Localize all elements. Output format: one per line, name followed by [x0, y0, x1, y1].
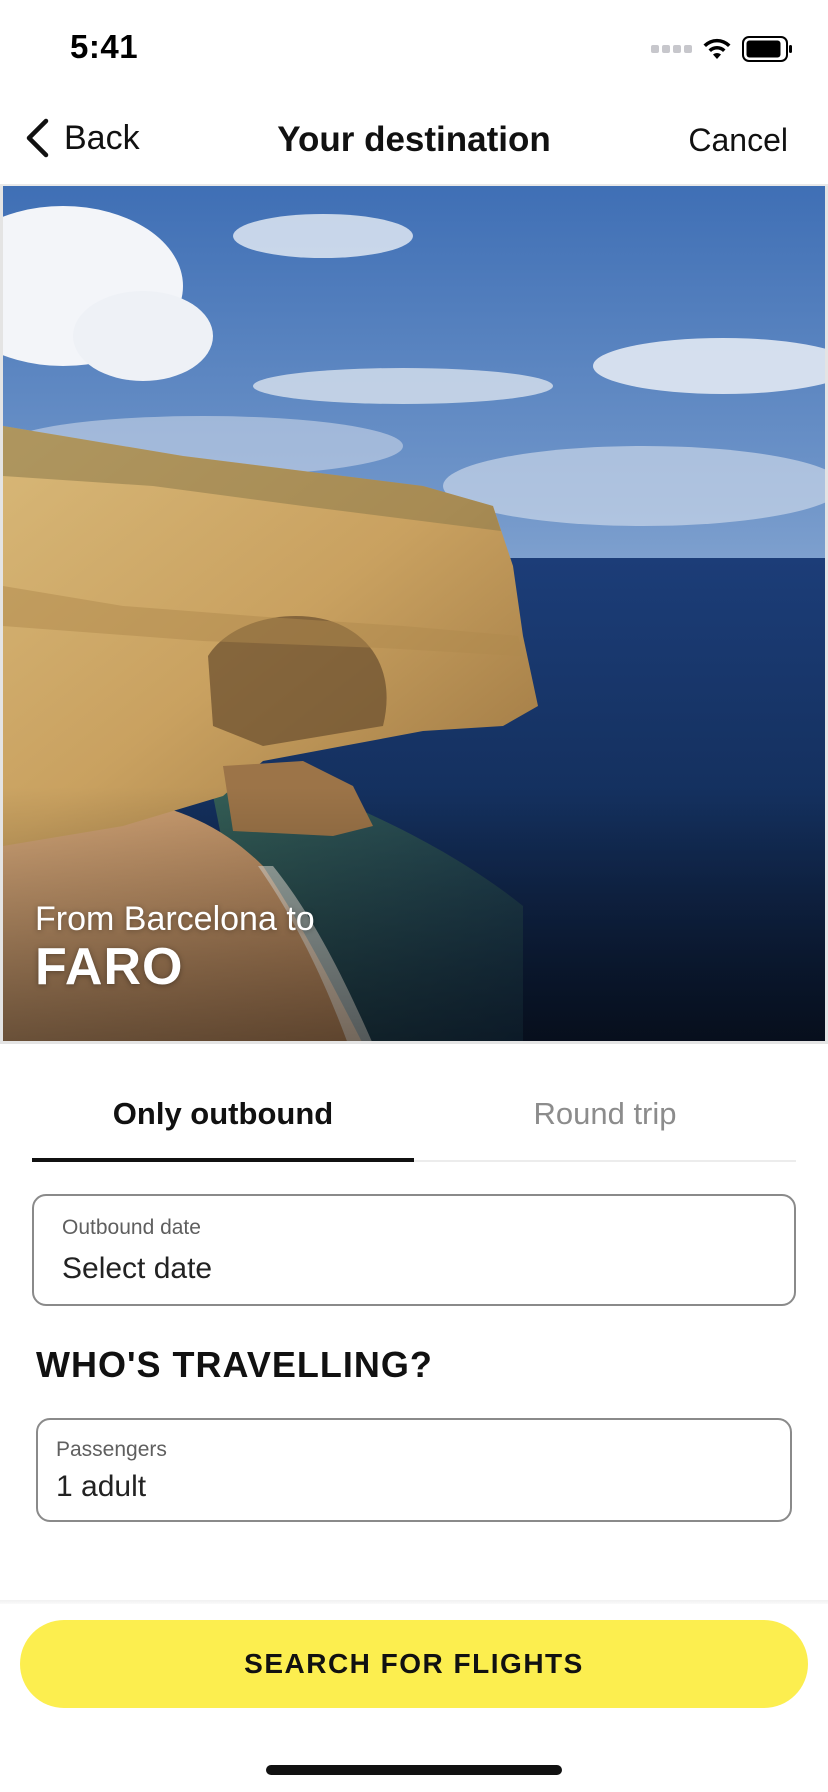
passengers-label: Passengers — [56, 1438, 167, 1461]
bottom-divider — [0, 1600, 828, 1604]
passengers-value: 1 adult — [56, 1470, 147, 1503]
hero-caption: From Barcelona to FARO — [35, 900, 315, 997]
battery-icon — [742, 36, 792, 62]
outbound-date-value: Select date — [62, 1252, 213, 1285]
status-icons — [651, 36, 794, 62]
cancel-button[interactable]: Cancel — [688, 122, 788, 159]
home-indicator — [266, 1765, 562, 1775]
outbound-date-field[interactable]: Outbound date Select date — [32, 1194, 796, 1306]
wifi-icon — [703, 38, 731, 59]
navigation-bar: Back Your destination Cancel — [0, 96, 828, 186]
tab-round-trip[interactable]: Round trip — [414, 1078, 796, 1160]
signal-dots-icon — [651, 45, 692, 53]
trip-type-tabs: Only outbound Round trip — [32, 1078, 796, 1162]
tab-only-outbound[interactable]: Only outbound — [32, 1078, 414, 1162]
passengers-field[interactable]: Passengers 1 adult — [36, 1418, 792, 1522]
outbound-date-label: Outbound date — [62, 1216, 201, 1239]
travellers-heading: WHO'S TRAVELLING? — [36, 1344, 433, 1385]
hero-origin-text: From Barcelona to — [35, 900, 315, 938]
status-bar: 5:41 — [0, 0, 828, 96]
hero-destination-city: FARO — [35, 938, 184, 996]
status-time: 5:41 — [70, 28, 139, 65]
destination-hero-image: From Barcelona to FARO — [0, 186, 828, 1044]
search-flights-button[interactable]: SEARCH FOR FLIGHTS — [20, 1620, 808, 1708]
